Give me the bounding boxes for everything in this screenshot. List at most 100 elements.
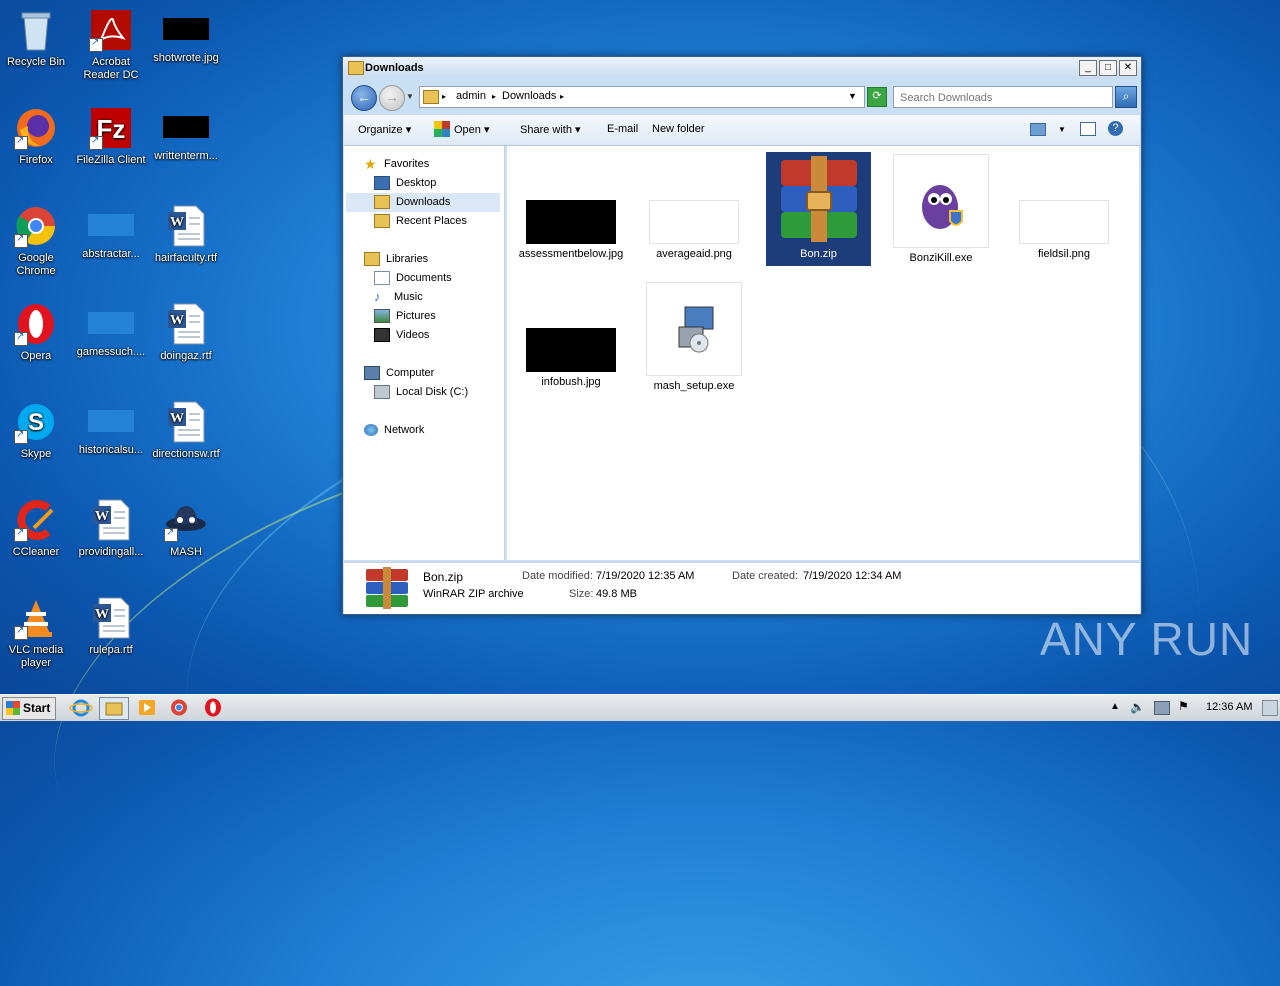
nav-recent-places[interactable]: Recent Places: [374, 212, 467, 231]
desktop-icon-doingaz[interactable]: W doingaz.rtf: [150, 302, 222, 363]
desktop-icon-ccleaner[interactable]: CCleaner: [0, 498, 72, 559]
file-name: infobush.jpg: [541, 376, 601, 388]
file-item[interactable]: BonziKill.exe: [881, 154, 1001, 265]
mash-hat-icon: [164, 498, 208, 542]
desktop-icon-abstractar[interactable]: abstractar...: [75, 204, 147, 261]
desktop-icon-chrome[interactable]: Google Chrome: [0, 204, 72, 278]
desktop-icon-providingall[interactable]: W providingall...: [75, 498, 147, 559]
opera-icon: [14, 302, 58, 346]
desktop-icon-mash[interactable]: MASH: [150, 498, 222, 559]
taskbar-media-player[interactable]: [134, 697, 160, 718]
nav-documents[interactable]: Documents: [374, 269, 452, 288]
volume-icon[interactable]: 🔈: [1130, 700, 1145, 714]
detail-created-value: 7/19/2020 12:34 AM: [803, 570, 902, 582]
desktop-icon-label: MASH: [170, 546, 202, 558]
taskbar-ie[interactable]: [68, 697, 94, 718]
image-thumbnail: [649, 200, 739, 244]
nav-music[interactable]: ♪ Music: [374, 288, 423, 307]
address-box[interactable]: ▸ admin ▸ Downloads ▸ ▼: [419, 86, 865, 108]
nav-favorites[interactable]: ★ Favorites: [364, 155, 429, 174]
recent-pages-dropdown-icon[interactable]: ▼: [406, 92, 414, 101]
address-bar-row: ← → ▼ ▸ admin ▸ Downloads ▸ ▼ ⟳ ⌕: [347, 83, 1137, 111]
file-item-selected[interactable]: Bon.zip: [766, 152, 871, 266]
documents-icon: [374, 271, 390, 286]
address-dropdown-icon[interactable]: ▼: [848, 91, 857, 101]
search-input[interactable]: [898, 89, 1102, 107]
file-item[interactable]: averageaid.png: [634, 200, 754, 261]
chevron-right-icon[interactable]: ▸: [442, 92, 446, 101]
maximize-button[interactable]: □: [1099, 60, 1117, 76]
share-with-button[interactable]: Share with ▾: [520, 123, 581, 136]
show-desktop-button[interactable]: [1262, 700, 1278, 716]
close-button[interactable]: ✕: [1119, 60, 1137, 76]
desktop-icon-acrobat[interactable]: Acrobat Reader DC: [75, 8, 147, 82]
taskbar-chrome[interactable]: [166, 697, 192, 718]
desktop-icon-writtenterm[interactable]: writtenterm...: [150, 106, 222, 163]
file-item[interactable]: mash_setup.exe: [634, 282, 754, 393]
desktop-icon-shotwrote[interactable]: shotwrote.jpg: [150, 8, 222, 65]
nav-pictures[interactable]: Pictures: [374, 307, 436, 326]
open-button[interactable]: Open ▾: [454, 123, 490, 136]
nav-computer[interactable]: Computer: [364, 364, 434, 383]
nav-label: Videos: [396, 329, 430, 341]
desktop-icon-historicalsu[interactable]: historicalsu...: [75, 400, 147, 457]
word-doc-icon: W: [89, 596, 133, 640]
new-folder-button[interactable]: New folder: [652, 123, 705, 135]
back-button[interactable]: ←: [351, 85, 377, 111]
file-item[interactable]: infobush.jpg: [511, 328, 631, 389]
star-icon: ★: [364, 156, 377, 173]
image-thumbnail: [163, 18, 209, 40]
details-pane: Bon.zip WinRAR ZIP archive Date modified…: [344, 562, 1140, 614]
desktop-icon-opera[interactable]: Opera: [0, 302, 72, 363]
desktop-icon-label: FileZilla Client: [76, 154, 146, 166]
desktop-icon-skype[interactable]: S Skype: [0, 400, 72, 461]
network-globe-icon: [364, 424, 378, 437]
nav-local-disk[interactable]: Local Disk (C:): [374, 383, 468, 402]
change-view-icon[interactable]: [1030, 123, 1046, 136]
minimize-button[interactable]: _: [1079, 60, 1097, 76]
clock[interactable]: 12:36 AM: [1206, 701, 1252, 713]
desktop-icon-firefox[interactable]: Firefox: [0, 106, 72, 167]
desktop-icon-label: Recycle Bin: [6, 56, 66, 68]
show-hidden-icons-icon[interactable]: ▲: [1110, 701, 1120, 712]
breadcrumb-admin[interactable]: admin: [456, 90, 486, 102]
desktop-icon-vlc[interactable]: VLC media player: [0, 596, 72, 670]
breadcrumb-downloads[interactable]: Downloads: [502, 90, 556, 102]
taskbar-explorer[interactable]: [99, 697, 129, 720]
nav-videos[interactable]: Videos: [374, 326, 429, 345]
desktop-icon-recycle-bin[interactable]: Recycle Bin: [0, 8, 72, 69]
desktop-icon-gamessuch[interactable]: gamessuch....: [75, 302, 147, 359]
detail-modified-value: 7/19/2020 12:35 AM: [596, 570, 695, 582]
winrar-archive-icon: [773, 154, 865, 244]
search-button[interactable]: ⌕: [1115, 86, 1137, 108]
desktop-icon-hairfaculty[interactable]: W hairfaculty.rtf: [150, 204, 222, 265]
desktop-icon-label: abstractar...: [82, 248, 140, 260]
help-icon[interactable]: ?: [1108, 121, 1123, 136]
email-button[interactable]: E-mail: [607, 123, 638, 135]
nav-network[interactable]: Network: [364, 421, 424, 440]
desktop-icon-label: hairfaculty.rtf: [154, 252, 218, 264]
view-dropdown-icon[interactable]: ▼: [1058, 125, 1066, 134]
nav-libraries[interactable]: Libraries: [364, 250, 428, 269]
taskbar-opera[interactable]: [200, 697, 226, 718]
file-item[interactable]: assessmentbelow.jpg: [511, 200, 631, 261]
organize-button[interactable]: Organize ▾: [358, 123, 411, 136]
refresh-button[interactable]: ⟳: [867, 87, 887, 107]
desktop-icon-rulepa[interactable]: W rulepa.rtf: [75, 596, 147, 657]
search-box: [893, 86, 1113, 108]
preview-pane-icon[interactable]: [1080, 122, 1096, 136]
network-icon[interactable]: [1154, 701, 1170, 715]
chevron-right-icon[interactable]: ▸: [492, 92, 496, 101]
file-item[interactable]: fieldsil.png: [1004, 200, 1124, 261]
nav-desktop[interactable]: Desktop: [374, 174, 436, 193]
bonzi-exe-icon: [893, 154, 989, 248]
nav-downloads[interactable]: Downloads: [346, 193, 500, 212]
desktop-icon-label: doingaz.rtf: [160, 350, 212, 362]
start-button[interactable]: Start: [2, 697, 56, 720]
desktop-icon-filezilla[interactable]: Fz FileZilla Client: [75, 106, 147, 167]
action-center-flag-icon[interactable]: ⚑: [1178, 699, 1189, 713]
desktop-icon-directionsw[interactable]: W directionsw.rtf: [150, 400, 222, 461]
chevron-right-icon[interactable]: ▸: [560, 92, 564, 101]
title-bar[interactable]: Downloads _ □ ✕: [343, 57, 1141, 79]
forward-button[interactable]: →: [379, 85, 405, 111]
